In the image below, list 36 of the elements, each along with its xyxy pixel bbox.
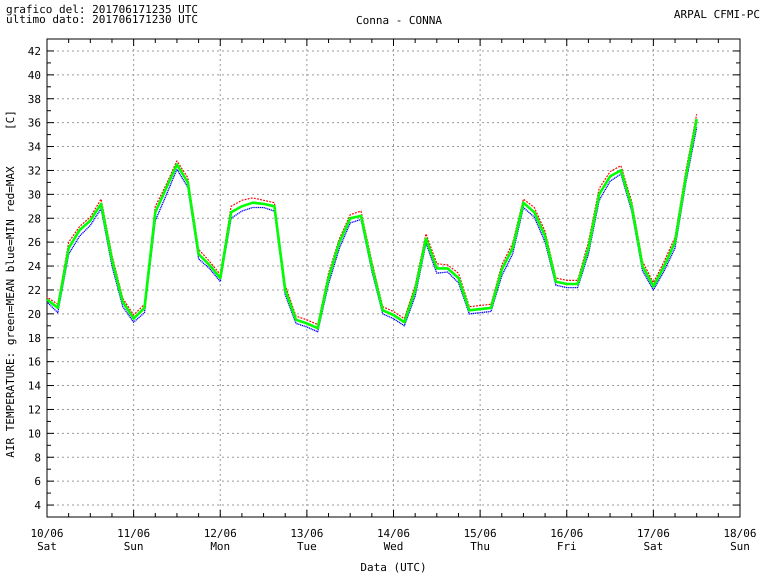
x-tick-label: 11/06 Sun	[117, 527, 150, 553]
x-axis-label: Data (UTC)	[360, 561, 427, 574]
y-tick-label: 34	[28, 140, 41, 154]
x-tick-label: 10/06 Sat	[30, 527, 64, 553]
header-line: grafico del: 201706171235 UTC	[6, 5, 200, 15]
y-tick-label: 18	[28, 332, 41, 345]
x-tick-label: 16/06 Fri	[550, 527, 584, 553]
y-tick-label: 10	[28, 427, 41, 440]
header-line: ultimo dato: 201706171230 UTC	[6, 15, 200, 25]
y-tick-label: 6	[34, 475, 41, 488]
x-tick-label: 15/06 Thu	[464, 527, 497, 553]
y-tick-label: 22	[28, 284, 41, 297]
y-tick-label: 30	[28, 188, 41, 202]
x-tick-label: 13/06 Tue	[290, 527, 324, 553]
y-tick-label: 28	[28, 212, 41, 226]
x-tick-label: 14/06 Wed	[376, 527, 410, 553]
x-tick-label: 17/06 Sat	[636, 527, 670, 553]
y-tick-label: 16	[28, 356, 41, 369]
y-tick-label: 40	[28, 68, 41, 82]
y-tick-label: 42	[28, 44, 41, 58]
station-title: Conna - CONNA	[354, 13, 444, 26]
y-tick-label: 14	[28, 380, 41, 393]
y-tick-label: 38	[28, 92, 41, 106]
source-label: ARPAL CFMI-PC	[674, 7, 761, 20]
y-tick-label: 32	[28, 164, 41, 178]
y-tick-label: 8	[34, 451, 41, 464]
y-tick-label: 12	[28, 403, 41, 416]
y-axis-label: AIR TEMPERATURE: green=MEAN blue=MIN red=MAX	[4, 166, 17, 458]
unit-label: [C]	[4, 110, 17, 130]
y-tick-label: 20	[28, 308, 41, 321]
y-tick-label: 26	[28, 236, 41, 250]
y-tick-label: 24	[28, 260, 41, 274]
y-tick-label: 36	[28, 116, 41, 130]
x-tick-label: 18/06 Sun	[723, 527, 757, 553]
y-tick-label: 4	[34, 499, 41, 512]
x-tick-label: 12/06 Mon	[204, 527, 237, 553]
